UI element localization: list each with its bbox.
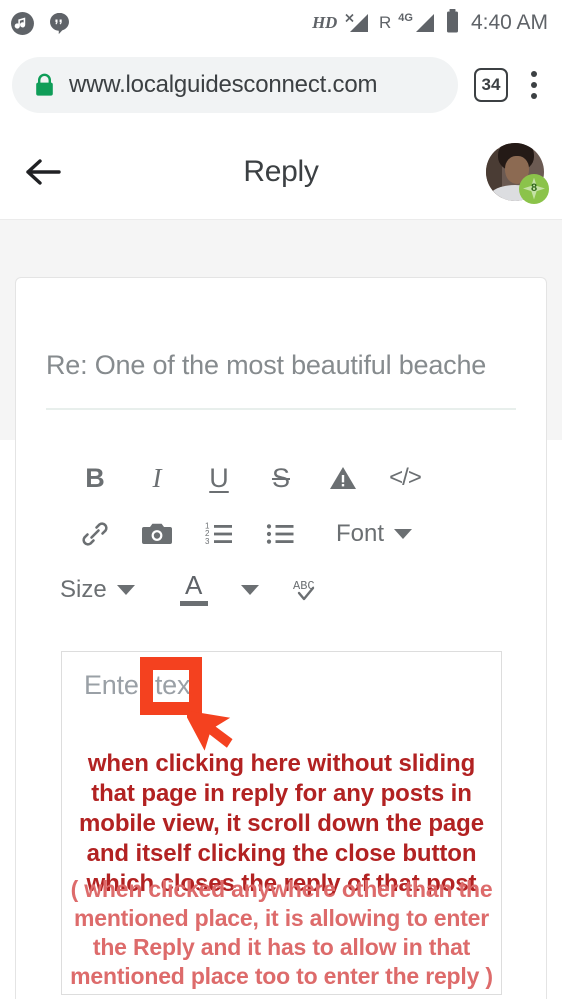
italic-icon[interactable]: I <box>126 452 188 504</box>
numbered-list-icon[interactable]: 1 2 3 <box>188 508 250 560</box>
link-icon[interactable] <box>64 508 126 560</box>
status-notifications <box>10 11 72 36</box>
kebab-dot-2 <box>531 82 537 88</box>
reply-text-editor[interactable]: Enter text when clicking here without sl… <box>61 651 502 995</box>
status-indicators: HD R 4G 4:40 AM <box>312 8 548 39</box>
bold-icon[interactable]: B <box>64 452 126 504</box>
size-dropdown[interactable]: Size <box>54 564 141 616</box>
status-clock: 4:40 AM <box>470 11 548 34</box>
chevron-down-icon <box>394 529 413 539</box>
italic-label: I <box>152 462 162 493</box>
lock-icon <box>34 73 55 97</box>
camera-icon[interactable] <box>126 508 188 560</box>
toolbar-row-2: 1 2 3 Font <box>46 506 516 562</box>
battery-icon <box>445 8 460 39</box>
browser-toolbar: www.localguidesconnect.com 34 <box>0 46 562 124</box>
text-color-swatch <box>179 601 208 607</box>
annotation-note-secondary: ( when clicked anywhere other than the m… <box>70 876 493 989</box>
bold-label: B <box>85 462 105 493</box>
spoiler-warning-icon[interactable] <box>312 452 374 504</box>
kebab-dot-3 <box>531 93 537 99</box>
formatting-toolbar: B I U S </> 1 2 3 Font Size A ABC <box>46 450 516 618</box>
font-dropdown[interactable]: Font <box>330 508 418 560</box>
bullet-list-icon[interactable] <box>250 508 312 560</box>
hd-label: HD <box>312 13 337 32</box>
size-label: Size <box>60 576 107 603</box>
toolbar-row-3: Size A ABC <box>46 562 516 618</box>
tab-counter-button[interactable]: 34 <box>474 68 508 102</box>
kebab-dot-1 <box>531 71 537 77</box>
underline-icon[interactable]: U <box>188 452 250 504</box>
subject-divider <box>46 408 516 410</box>
url-bar[interactable]: www.localguidesconnect.com <box>12 57 458 113</box>
mouse-cursor-arrow <box>183 694 241 756</box>
code-icon[interactable]: </> <box>374 452 436 504</box>
spellcheck-icon[interactable]: ABC <box>277 564 339 616</box>
music-note-icon <box>10 11 35 36</box>
page-header: Reply 8 <box>0 124 562 220</box>
back-arrow-icon[interactable] <box>24 152 64 192</box>
subject-placeholder: Re: One of the most beautiful beache <box>46 349 487 380</box>
url-text: www.localguidesconnect.com <box>69 71 378 98</box>
underline-label: U <box>209 462 229 493</box>
network-generation-label: 4G <box>398 12 413 24</box>
code-label: </> <box>389 464 422 491</box>
status-bar: HD R 4G 4:40 AM <box>0 0 562 46</box>
toolbar-row-1: B I U S </> <box>46 450 516 506</box>
strikethrough-label: S <box>271 462 290 493</box>
signal-no-sim-icon <box>344 11 372 35</box>
kebab-menu-icon[interactable] <box>516 65 552 105</box>
hangouts-icon <box>47 11 72 36</box>
signal-4g-icon: 4G <box>398 11 438 35</box>
svg-text:3: 3 <box>205 537 210 546</box>
text-color-letter: A <box>185 569 203 600</box>
avatar[interactable]: 8 <box>486 142 549 204</box>
local-guide-level-badge: 8 <box>519 173 549 204</box>
page-title: Reply <box>243 154 319 188</box>
chevron-down-icon <box>116 585 135 595</box>
text-color-chevron-down-icon[interactable] <box>240 585 259 595</box>
subject-input[interactable]: Re: One of the most beautiful beache <box>46 338 516 392</box>
reply-compose-card: Re: One of the most beautiful beache B I… <box>15 277 547 999</box>
level-number: 8 <box>530 182 538 194</box>
text-color-icon[interactable]: A <box>163 564 225 616</box>
roaming-label: R <box>378 13 392 32</box>
font-label: Font <box>336 520 385 547</box>
strikethrough-icon[interactable]: S <box>250 452 312 504</box>
